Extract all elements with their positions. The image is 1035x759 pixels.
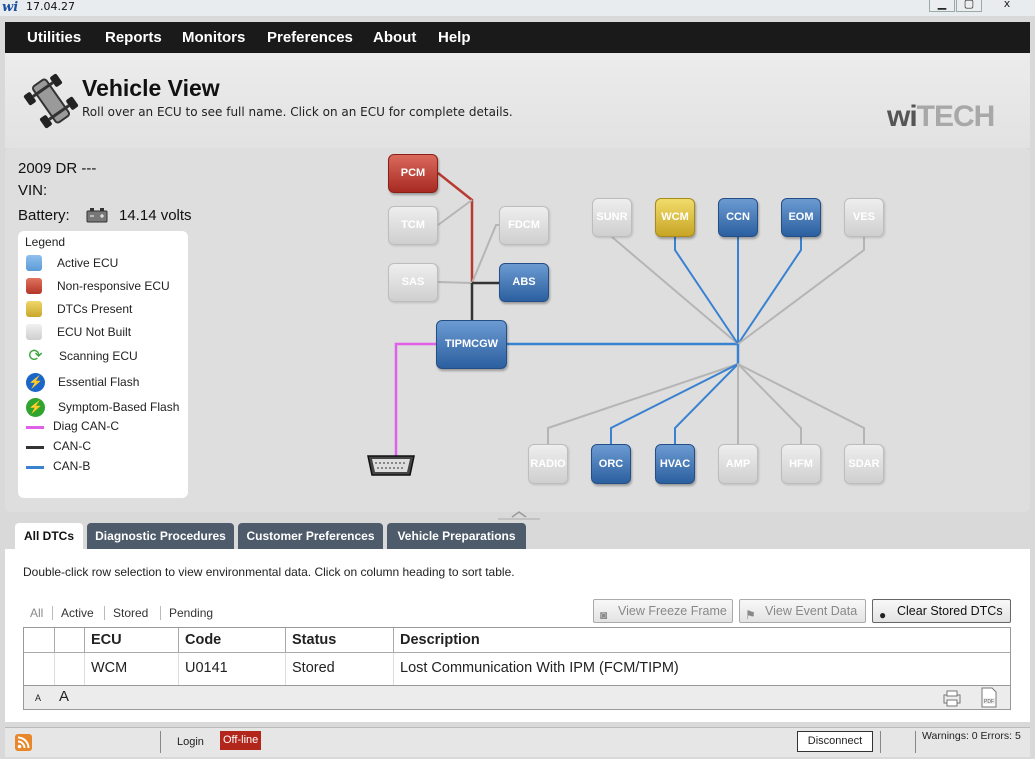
ecu-label: AMP	[725, 458, 751, 470]
ecu-abs[interactable]: ABS	[499, 263, 549, 302]
status-separator	[160, 731, 161, 753]
checkered-flag-icon: ⚑	[745, 608, 756, 622]
ecu-label: CCN	[726, 211, 750, 223]
ves-link	[737, 237, 865, 345]
cell-description: Lost Communication With IPM (FCM/TIPM)	[400, 660, 679, 676]
camera-icon: ◙	[600, 608, 608, 622]
ecu-label: ABS	[512, 276, 536, 288]
ecu-ves[interactable]: VES	[844, 198, 884, 237]
cell-code: U0141	[179, 653, 286, 685]
obd-connector-icon	[367, 455, 415, 476]
ecu-orc[interactable]: ORC	[591, 444, 631, 484]
ecu-tipmcgw[interactable]: TIPMCGW	[436, 320, 507, 369]
ecu-tcm[interactable]: TCM	[388, 206, 438, 245]
eom-link	[737, 237, 802, 345]
filter-separator	[52, 606, 53, 620]
view-event-data-label: View Event Data	[765, 604, 858, 618]
clear-stored-dtcs-label: Clear Stored DTCs	[897, 604, 1003, 618]
ecu-sdar[interactable]: SDAR	[844, 444, 884, 484]
col-description[interactable]: Description	[394, 628, 1010, 653]
hfm-link	[737, 363, 802, 444]
warnings-errors-count: Warnings: 0 Errors: 5	[922, 730, 1021, 742]
print-icon[interactable]	[942, 689, 962, 707]
pdf-icon[interactable]: PDF	[980, 687, 998, 708]
tcm-link	[437, 199, 473, 226]
ecu-pcm[interactable]: PCM	[388, 154, 438, 193]
ecu-label: FDCM	[508, 219, 540, 231]
cell-ecu: WCM	[85, 653, 179, 685]
filter-stored[interactable]: Stored	[113, 606, 148, 620]
ecu-sunr[interactable]: SUNR	[592, 198, 632, 237]
ecu-label: ORC	[598, 458, 624, 470]
ecu-label: HVAC	[659, 458, 691, 470]
diag-link	[394, 342, 436, 456]
cell-select	[24, 653, 55, 685]
sas-link	[437, 281, 473, 284]
ecu-label: SAS	[401, 276, 425, 288]
ecu-label: HFM	[789, 458, 813, 470]
tab-diagnostic-procedures[interactable]: Diagnostic Procedures	[87, 523, 234, 549]
ecu-label: RADIO	[530, 458, 566, 470]
tab-customer-preferences[interactable]: Customer Preferences	[238, 523, 383, 549]
status-bar: Login Off-line Disconnect Warnings: 0 Er…	[5, 727, 1030, 757]
cell-status: Stored	[286, 653, 394, 685]
filter-all[interactable]: All	[30, 606, 43, 620]
font-increase-button[interactable]: A	[59, 688, 69, 705]
disconnect-button[interactable]: Disconnect	[797, 731, 873, 752]
view-event-data-button[interactable]: ⚑ View Event Data	[739, 599, 866, 623]
rss-feed-icon[interactable]	[15, 734, 32, 751]
ecu-label: SDAR	[848, 458, 880, 470]
hvac-link	[674, 363, 739, 444]
filter-active[interactable]: Active	[61, 606, 94, 620]
ecu-label: EOM	[788, 211, 814, 223]
status-separator	[915, 731, 916, 753]
wcm-link	[674, 237, 739, 345]
ecu-label: SUNR	[596, 211, 628, 223]
dtc-instructions: Double-click row selection to view envir…	[23, 565, 515, 579]
font-decrease-button[interactable]: A	[35, 693, 41, 703]
splitter-handle[interactable]	[496, 511, 542, 523]
view-freeze-frame-label: View Freeze Frame	[618, 604, 727, 618]
clear-stored-dtcs-button[interactable]: ● Clear Stored DTCs	[872, 599, 1011, 623]
cell-flag	[55, 653, 85, 685]
offline-status-badge: Off-line	[220, 731, 262, 750]
clear-dtc-icon: ●	[879, 608, 887, 622]
ecu-ccn[interactable]: CCN	[718, 198, 758, 237]
dtc-table: ECU Code Status Description WCM U0141 St…	[23, 627, 1011, 710]
fdcm-link	[471, 224, 500, 284]
ecu-label: PCM	[400, 167, 426, 179]
status-separator	[880, 731, 881, 753]
ecu-radio[interactable]: RADIO	[528, 444, 568, 484]
ecu-label: VES	[852, 211, 875, 223]
col-select[interactable]	[24, 628, 55, 653]
ecu-amp[interactable]: AMP	[718, 444, 758, 484]
tab-all-dtcs[interactable]: All DTCs	[15, 523, 83, 549]
pcm-link	[437, 172, 474, 283]
ecu-fdcm[interactable]: FDCM	[499, 206, 549, 245]
filter-pending[interactable]: Pending	[169, 606, 213, 620]
ecu-label: WCM	[661, 211, 689, 223]
col-ecu[interactable]: ECU	[85, 628, 179, 653]
filter-separator	[104, 606, 105, 620]
ecu-eom[interactable]: EOM	[781, 198, 821, 237]
table-footer: A A PDF	[24, 685, 1010, 709]
col-status[interactable]: Status	[286, 628, 394, 653]
filter-separator	[160, 606, 161, 620]
col-code[interactable]: Code	[179, 628, 286, 653]
login-link[interactable]: Login	[177, 736, 204, 748]
ecu-label: TCM	[401, 219, 425, 231]
radio-link	[547, 363, 739, 444]
sunr-link	[611, 236, 739, 345]
view-freeze-frame-button[interactable]: ◙ View Freeze Frame	[593, 599, 733, 623]
ecu-label: TIPMCGW	[444, 338, 499, 350]
tab-vehicle-preparations[interactable]: Vehicle Preparations	[387, 523, 526, 549]
svg-text:PDF: PDF	[984, 699, 994, 705]
ecu-wcm[interactable]: WCM	[655, 198, 695, 237]
ecu-hvac[interactable]: HVAC	[655, 444, 695, 484]
col-flag[interactable]	[55, 628, 85, 653]
ecu-hfm[interactable]: HFM	[781, 444, 821, 484]
ecu-sas[interactable]: SAS	[388, 263, 438, 302]
